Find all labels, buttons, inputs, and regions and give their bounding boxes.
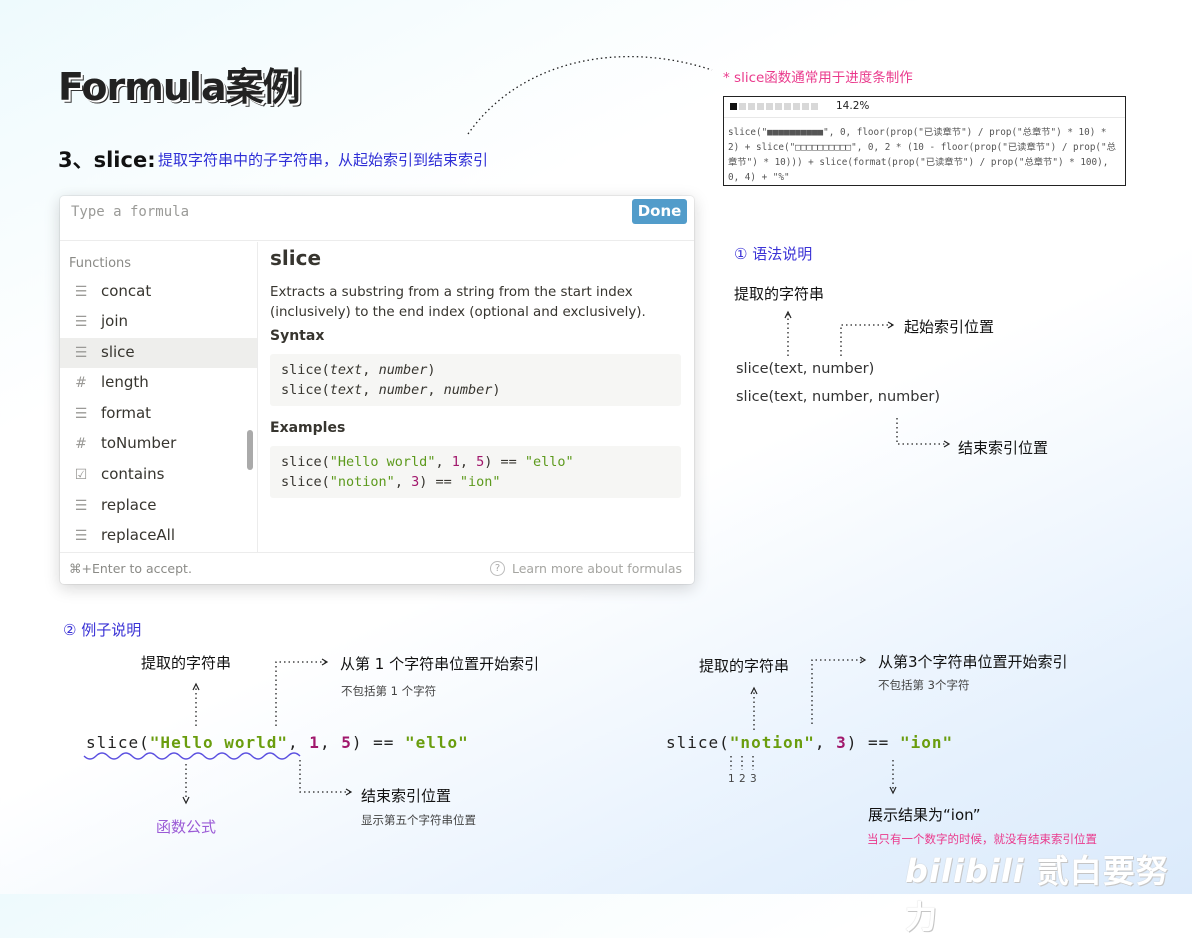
progress-preview-row: 14.2%: [724, 97, 1125, 118]
ex2-extract-label: 提取的字符串: [699, 657, 790, 675]
progress-note-title: * slice函数通常用于进度条制作: [723, 70, 913, 86]
progress-example-box: 14.2% slice("■■■■■■■■■■", 0, floor(prop(…: [723, 96, 1126, 186]
function-item-length[interactable]: # length: [60, 368, 257, 398]
section-number: 3、slice:: [58, 148, 156, 172]
accept-hint: ⌘+Enter to accept.: [69, 561, 192, 576]
function-item-tonumber[interactable]: # toNumber: [60, 429, 257, 459]
sidebar-scrollbar[interactable]: [247, 430, 253, 470]
progress-cell: [739, 103, 746, 110]
function-detail-title: slice: [270, 246, 322, 270]
text-lines-icon: ☰: [74, 406, 88, 422]
function-item-format[interactable]: ☰ format: [60, 399, 257, 429]
syntax-line-full: slice(text, number, number): [736, 389, 941, 405]
ex1-end-sub: 显示第五个字符串位置: [361, 813, 476, 827]
progress-cell: [802, 103, 809, 110]
function-item-replaceall[interactable]: ☰ replaceAll: [60, 521, 257, 551]
progress-cell: [766, 103, 773, 110]
ex1-formula-label: 函数公式: [156, 818, 217, 836]
progress-cell: [811, 103, 818, 110]
syntax-header: Syntax: [270, 328, 325, 344]
text-lines-icon: ☰: [74, 528, 88, 544]
text-lines-icon: ☰: [74, 498, 88, 514]
ex2-index-3: 3: [750, 773, 757, 785]
progress-bar: [730, 103, 820, 111]
syntax-line-short: slice(text, number): [736, 361, 875, 377]
function-item-slice[interactable]: ☰ slice: [60, 338, 257, 368]
syntax-extract-label: 提取的字符串: [734, 285, 825, 303]
section-description: 提取字符串中的子字符串，从起始索引到结束索引: [158, 151, 489, 169]
example-notes-heading: ② 例子说明: [63, 621, 142, 639]
functions-sidebar: Functions ☰ concat ☰ join ☰ slice # leng…: [60, 242, 258, 552]
progress-formula-code: slice("■■■■■■■■■■", 0, floor(prop("已读章节"…: [728, 127, 1116, 183]
ex2-start-sub: 不包括第 3个字符: [878, 678, 970, 692]
done-button[interactable]: Done: [632, 199, 687, 224]
example-line-2: slice("notion", 3) == "ion": [281, 474, 501, 490]
formula-input-bar[interactable]: Type a formula Done: [60, 196, 694, 241]
formula-editor-window: Type a formula Done Functions ☰ concat ☰…: [60, 196, 694, 584]
ex2-start-label: 从第3个字符串位置开始索引: [878, 653, 1068, 671]
hash-icon: #: [75, 436, 87, 452]
syntax-line-2: slice(text, number, number): [281, 382, 501, 398]
syntax-notes-heading: ① 语法说明: [734, 245, 813, 263]
learn-more-link[interactable]: Learn more about formulas: [512, 561, 682, 576]
text-lines-icon: ☰: [74, 345, 88, 361]
text-lines-icon: ☰: [74, 314, 88, 330]
checkbox-icon: ☑: [74, 467, 88, 483]
syntax-end-label: 结束索引位置: [958, 439, 1049, 457]
progress-cell: [793, 103, 800, 110]
progress-cell: [748, 103, 755, 110]
function-item-replace[interactable]: ☰ replace: [60, 491, 257, 521]
progress-cell: [757, 103, 764, 110]
ex1-start-label: 从第 1 个字符串位置开始索引: [340, 655, 540, 673]
ex2-result-sub: 当只有一个数字的时候，就没有结束索引位置: [867, 832, 1097, 846]
progress-cell: [775, 103, 782, 110]
ex1-formula: slice("Hello world", 1, 5) == "ello": [86, 733, 469, 752]
progress-percent: 14.2%: [836, 100, 870, 112]
bilibili-logo-icon: bilibili: [905, 852, 1025, 890]
bilibili-watermark: bilibili 贰白要努力: [905, 852, 1169, 936]
functions-header: Functions: [69, 256, 132, 271]
hash-icon: #: [75, 375, 87, 391]
function-item-join[interactable]: ☰ join: [60, 307, 257, 337]
ex1-extract-label: 提取的字符串: [141, 654, 232, 672]
formula-input-placeholder[interactable]: Type a formula: [71, 204, 189, 220]
function-detail-description: Extracts a substring from a string from …: [270, 285, 646, 320]
examples-code-block: slice("Hello world", 1, 5) == "ello" sli…: [270, 446, 681, 498]
function-item-contains[interactable]: ☑ contains: [60, 460, 257, 490]
text-lines-icon: ☰: [74, 284, 88, 300]
ex2-formula: slice("notion", 3) == "ion": [666, 733, 954, 752]
progress-cell: [730, 103, 737, 110]
function-item-concat[interactable]: ☰ concat: [60, 277, 257, 307]
examples-header: Examples: [270, 420, 346, 436]
ex2-index-1: 1: [728, 773, 735, 785]
ex1-end-label: 结束索引位置: [361, 787, 452, 805]
ex1-start-sub: 不包括第 1 个字符: [341, 684, 437, 698]
help-circle-icon[interactable]: ?: [490, 561, 505, 576]
example-line-1: slice("Hello world", 1, 5) == "ello": [281, 454, 574, 470]
syntax-line-1: slice(text, number): [281, 362, 436, 378]
ex2-result-label: 展示结果为“ion”: [868, 806, 981, 824]
formula-window-footer: ⌘+Enter to accept. ? Learn more about fo…: [60, 552, 694, 585]
syntax-code-block: slice(text, number) slice(text, number, …: [270, 354, 681, 406]
ex2-index-2: 2: [739, 773, 746, 785]
progress-cell: [784, 103, 791, 110]
syntax-start-label: 起始索引位置: [904, 318, 995, 336]
page-title: Formula案例: [58, 65, 301, 109]
